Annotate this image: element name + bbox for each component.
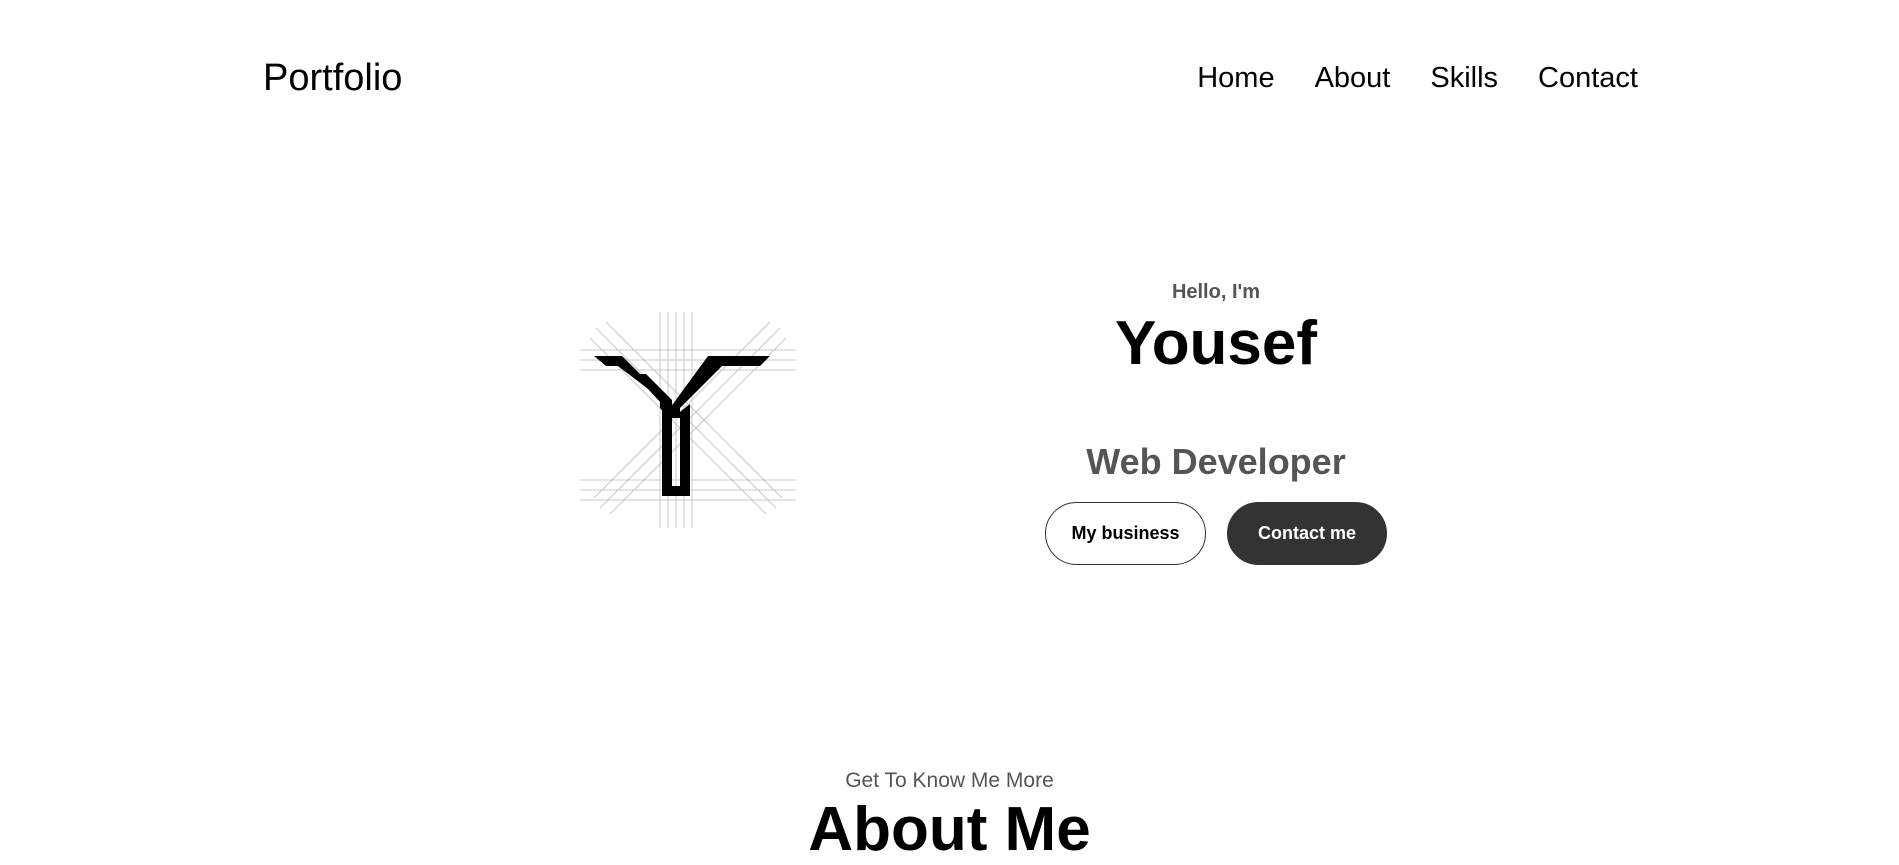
nav-link-about[interactable]: About xyxy=(1315,60,1391,96)
my-business-button[interactable]: My business xyxy=(1045,502,1206,565)
nav-link-home[interactable]: Home xyxy=(1197,60,1274,96)
about-title: About Me xyxy=(808,795,1091,864)
nav-link-skills[interactable]: Skills xyxy=(1430,60,1498,96)
hero-role: Web Developer xyxy=(1086,441,1346,482)
y-monogram-logo xyxy=(576,308,800,532)
nav-links: Home About Skills Contact xyxy=(1197,60,1638,96)
about-section: Get To Know Me More About Me xyxy=(0,768,1899,865)
site-logo[interactable]: Portfolio xyxy=(263,56,402,100)
contact-me-button[interactable]: Contact me xyxy=(1227,502,1387,565)
page: Portfolio Home About Skills Contact Hell… xyxy=(0,0,1899,865)
hero-text: Hello, I'm Yousef Web Developer My busin… xyxy=(1016,276,1416,565)
hero-buttons: My business Contact me xyxy=(1016,502,1416,565)
hero-name: Yousef xyxy=(1114,309,1318,378)
about-subtitle: Get To Know Me More xyxy=(845,769,1054,792)
nav-link-contact[interactable]: Contact xyxy=(1538,60,1638,96)
hero-greeting: Hello, I'm xyxy=(1171,281,1261,303)
